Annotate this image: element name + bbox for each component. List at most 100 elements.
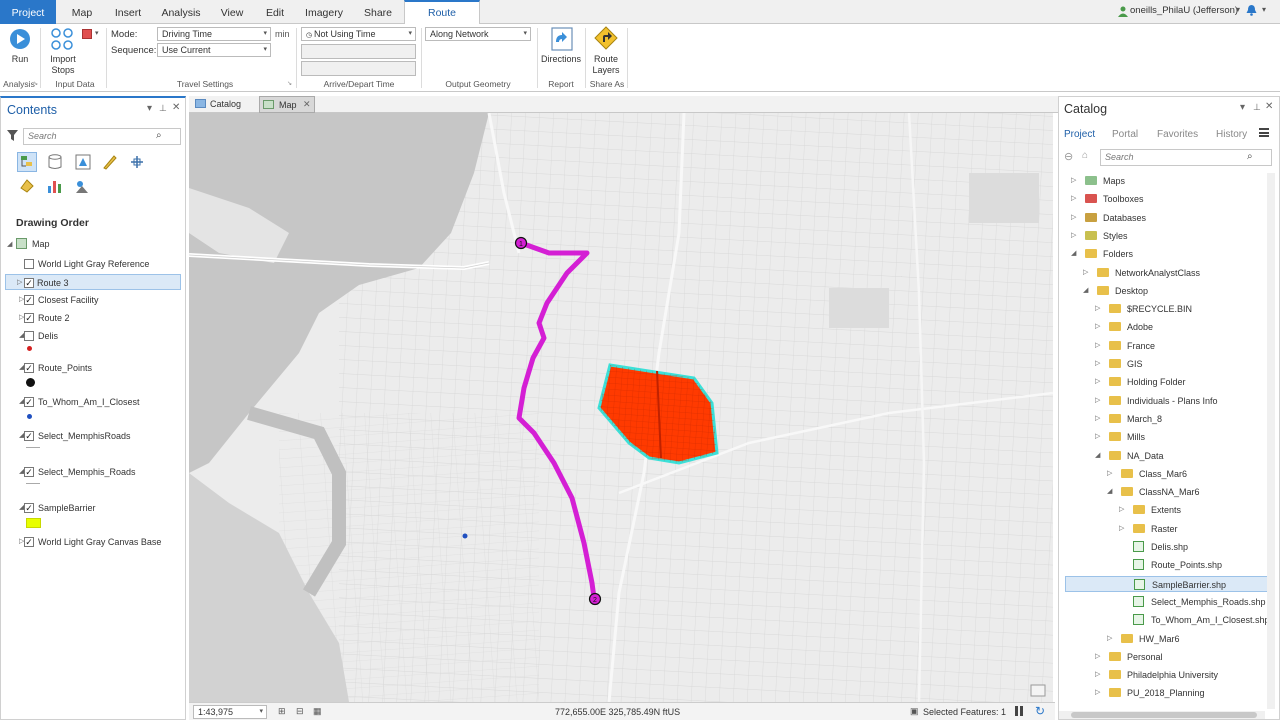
catalog-tab-favorites[interactable]: Favorites [1157,129,1198,140]
catalog-item[interactable]: ▷ Philadelphia University [1065,667,1269,683]
user-account[interactable]: oneills_PhilaU (Jefferson) [1130,5,1238,16]
catalog-item[interactable]: ▷ France [1065,338,1269,354]
filter-icon[interactable] [7,130,18,143]
catalog-tab-history[interactable]: History [1216,129,1247,140]
layer-row[interactable]: ◢ ✓ SampleBarrier [7,500,183,516]
map-view[interactable]: 1 2 [189,113,1053,702]
tab-share[interactable]: Share [356,0,400,24]
expand-icon[interactable]: ▷ [1119,502,1124,518]
time-mode-dropdown[interactable]: ◷ Not Using Time ▾ [301,27,416,41]
catalog-item[interactable]: ▷ Maps [1065,173,1269,189]
catalog-menu-icon[interactable] [1259,128,1269,137]
expand-icon[interactable]: ▷ [1095,301,1100,317]
expand-icon[interactable]: ▷ [1095,649,1100,665]
list-by-perspective-icon[interactable] [74,178,90,196]
mode-dropdown[interactable]: Driving Time ▾ [157,27,271,41]
catalog-item[interactable]: ▷ GIS [1065,356,1269,372]
expand-icon[interactable]: ▷ [1095,338,1100,354]
import-stops-button[interactable] [50,27,76,51]
grid-icon[interactable]: ▦ [313,706,322,717]
stops-dropdown-chevron-icon[interactable]: ▾ [95,29,99,37]
tab-insert[interactable]: Insert [108,0,148,24]
close-map-tab-icon[interactable]: ✕ [303,99,311,110]
tab-imagery[interactable]: Imagery [300,0,348,24]
user-dropdown-chevron-icon[interactable]: ▾ [1236,5,1240,14]
expand-icon[interactable]: ▷ [1095,374,1100,390]
tab-analysis[interactable]: Analysis [158,0,204,24]
route-layers-button[interactable] [594,26,618,50]
catalog-item[interactable]: ▷ Individuals - Plans Info [1065,393,1269,409]
list-by-snapping-icon[interactable] [129,154,145,172]
expand-icon[interactable]: ▷ [1095,411,1100,427]
layer-row[interactable]: World Light Gray Reference [7,256,183,272]
pause-drawing-icon[interactable] [1015,706,1023,716]
refresh-icon[interactable]: ↻ [1035,704,1045,718]
vertical-scrollbar[interactable] [1267,173,1275,709]
horizontal-scrollbar[interactable] [1059,711,1265,719]
list-by-editing-icon[interactable] [102,154,118,172]
catalog-item[interactable]: ◢ Folders [1065,246,1269,262]
expand-icon[interactable]: ▷ [1095,667,1100,683]
time-field[interactable] [301,61,416,76]
search-icon[interactable]: ⌕ [156,130,162,141]
layer-visibility-checkbox[interactable]: ✓ [24,503,34,513]
layer-visibility-checkbox[interactable]: ✓ [24,397,34,407]
catalog-item[interactable]: ▷ Toolboxes [1065,191,1269,207]
tab-map[interactable]: Map [62,0,102,24]
catalog-item[interactable]: Select_Memphis_Roads.shp [1065,594,1269,610]
expand-icon[interactable]: ▷ [1095,319,1100,335]
layer-row[interactable]: ◢ ✓ Route_Points [7,360,183,376]
layer-visibility-checkbox[interactable]: ✓ [24,467,34,477]
closest-point-marker[interactable] [462,533,468,539]
full-extent-icon[interactable]: ⊟ [296,706,304,717]
stops-layer-icon[interactable] [82,29,92,39]
directions-button[interactable] [550,27,574,51]
expand-icon[interactable]: ▷ [1071,210,1076,226]
collapse-icon[interactable]: ◢ [1083,283,1088,299]
overview-map-button[interactable] [1030,684,1046,697]
list-by-selection-icon[interactable] [75,154,91,172]
layer-visibility-checkbox[interactable]: ✓ [24,313,34,323]
catalog-item[interactable]: ▷ HW_Mar6 [1065,631,1269,647]
stop-2-marker[interactable]: 2 [588,592,602,606]
expand-icon[interactable]: ▷ [1083,265,1088,281]
tab-route[interactable]: Route [404,0,480,25]
notification-chevron-icon[interactable]: ▾ [1262,5,1266,14]
layer-row[interactable]: ◢ ✓ Select_MemphisRoads [7,428,183,444]
layer-row[interactable]: ◢ Delis [7,328,183,344]
layer-row[interactable]: ▷ ✓ Closest Facility [7,292,183,308]
catalog-item[interactable]: ▷ Holding Folder [1065,374,1269,390]
catalog-item[interactable]: ▷ Personal [1065,649,1269,665]
catalog-item[interactable]: ▷ $RECYCLE.BIN [1065,301,1269,317]
collapse-icon[interactable]: ◢ [1107,484,1112,500]
tab-view[interactable]: View [214,0,250,24]
expand-icon[interactable]: ▷ [1107,466,1112,482]
pin-icon[interactable]: ⊥ [159,103,167,114]
layer-visibility-checkbox[interactable]: ✓ [24,278,34,288]
tab-map-view[interactable]: Map ✕ [259,96,315,113]
layer-visibility-checkbox[interactable]: ✓ [24,363,34,373]
list-by-source-icon[interactable] [47,154,63,172]
close-icon[interactable]: ✕ [1265,101,1273,112]
map-collapse-icon[interactable]: ◢ [7,240,12,248]
expand-icon[interactable]: ▷ [1071,228,1076,244]
pane-options-icon[interactable]: ▾ [147,103,152,114]
collapse-icon[interactable]: ◢ [1095,448,1100,464]
catalog-item[interactable]: ▷ PU_2018_Planning [1065,685,1269,701]
expand-icon[interactable]: ▷ [1095,685,1100,701]
catalog-item[interactable]: Route_Points.shp [1065,557,1269,573]
run-button[interactable] [8,28,32,50]
toc-map-name[interactable]: Map [32,239,50,249]
expand-icon[interactable]: ▷ [1071,173,1076,189]
sequence-dropdown[interactable]: Use Current ▾ [157,43,271,57]
expand-icon[interactable]: ▷ [1071,191,1076,207]
catalog-item[interactable]: SampleBarrier.shp [1065,575,1269,592]
expand-icon[interactable]: ▷ [1095,393,1100,409]
catalog-item[interactable]: ◢ ClassNA_Mar6 [1065,484,1269,500]
tab-catalog-view[interactable]: Catalog [191,96,255,113]
scale-dropdown[interactable]: 1:43,975 ▾ [193,705,267,719]
expand-icon[interactable]: ▷ [17,275,22,291]
selected-features-count[interactable]: Selected Features: 1 [923,707,1006,717]
expand-icon[interactable]: ▷ [1095,356,1100,372]
catalog-item[interactable]: ▷ Adobe [1065,319,1269,335]
